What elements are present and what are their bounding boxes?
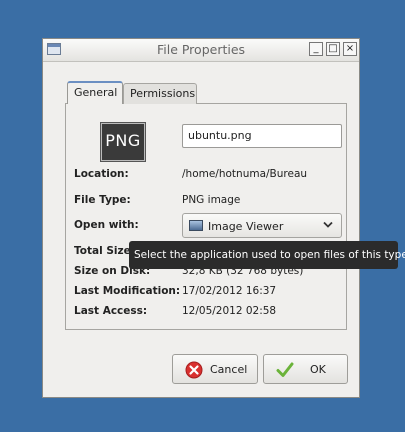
cancel-label: Cancel	[210, 363, 248, 376]
title-bar[interactable]: File Properties _ □ ×	[43, 39, 359, 62]
ok-button[interactable]: OK	[263, 354, 348, 384]
image-viewer-icon	[189, 220, 203, 231]
file-type-value: PNG image	[182, 194, 241, 206]
location-label: Location:	[74, 168, 129, 180]
ok-label: OK	[310, 363, 326, 376]
minimize-button[interactable]: _	[309, 42, 323, 56]
file-type-icon: PNG	[101, 123, 145, 161]
total-size-label: Total Size	[74, 245, 131, 257]
open-with-value: Image Viewer	[208, 220, 284, 233]
open-with-label: Open with:	[74, 219, 139, 231]
open-with-tooltip: Select the application used to open file…	[129, 241, 405, 269]
location-value: /home/hotnuma/Bureau	[182, 168, 308, 180]
last-access-label: Last Access:	[74, 305, 148, 317]
maximize-button[interactable]: □	[326, 42, 340, 56]
tab-general[interactable]: General	[67, 81, 123, 104]
file-name-input[interactable]: ubuntu.png	[182, 124, 342, 148]
cancel-button[interactable]: Cancel	[172, 354, 258, 384]
file-type-label: File Type:	[74, 194, 131, 206]
checkmark-icon	[276, 362, 294, 377]
close-button[interactable]: ×	[343, 42, 357, 56]
file-properties-dialog: File Properties _ □ × General Permission…	[42, 38, 405, 398]
cancel-icon	[185, 361, 203, 379]
chevron-down-icon	[323, 221, 333, 228]
last-modification-label: Last Modification:	[74, 285, 181, 297]
open-with-dropdown[interactable]: Image Viewer	[182, 213, 342, 238]
last-modification-value: 17/02/2012 16:37	[182, 285, 277, 297]
tab-permissions[interactable]: Permissions	[123, 83, 197, 104]
last-access-value: 12/05/2012 02:58	[182, 305, 277, 317]
